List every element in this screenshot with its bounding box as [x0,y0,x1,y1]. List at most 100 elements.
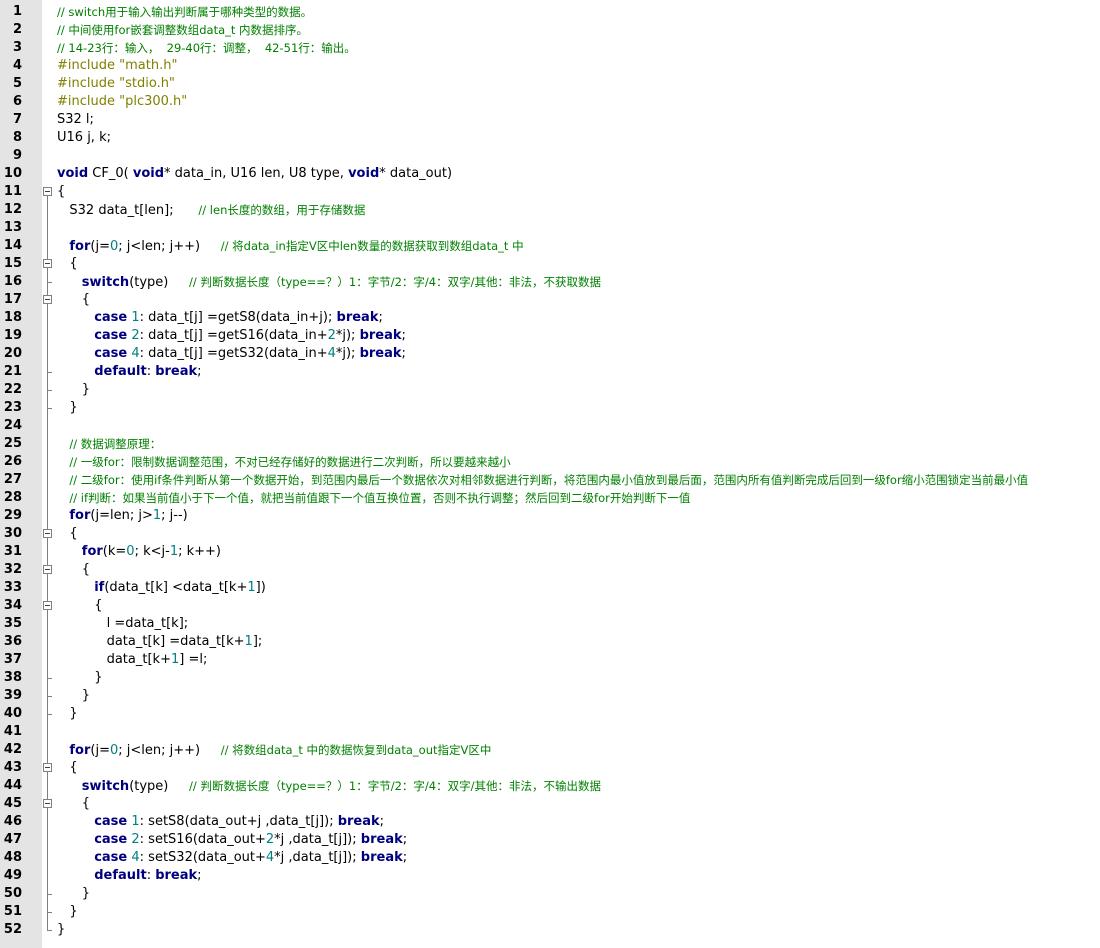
code-text[interactable]: } [57,669,102,687]
code-line[interactable]: 15 { [0,255,1100,273]
code-line[interactable]: 39 } [0,687,1100,705]
code-line[interactable]: 28 // if判断：如果当前值小于下一个值，就把当前值跟下一个值互换位置，否则… [0,489,1100,507]
code-line[interactable]: 36 data_t[k] =data_t[k+1]; [0,633,1100,651]
code-text[interactable]: } [57,381,90,399]
code-text[interactable]: { [57,183,65,201]
code-line[interactable]: 19 case 2: data_t[j] =getS16(data_in+2*j… [0,327,1100,345]
code-line[interactable]: 22 } [0,381,1100,399]
code-text[interactable]: // 中间使用for嵌套调整数组data_t 内数据排序。 [57,21,308,40]
code-line[interactable]: 2 // 中间使用for嵌套调整数组data_t 内数据排序。 [0,21,1100,39]
code-line[interactable]: 31 for(k=0; k<j-1; k++) [0,543,1100,561]
code-line[interactable]: 37 data_t[k+1] =l; [0,651,1100,669]
code-line[interactable]: 41 [0,723,1100,741]
code-text[interactable]: case 4: data_t[j] =getS32(data_in+4*j); … [57,345,406,363]
code-line[interactable]: 46 case 1: setS8(data_out+j ,data_t[j]);… [0,813,1100,831]
code-text[interactable]: data_t[k+1] =l; [57,651,208,669]
code-line[interactable]: 45 { [0,795,1100,813]
fold-toggle-icon[interactable] [43,259,52,268]
code-text[interactable]: // if判断：如果当前值小于下一个值，就把当前值跟下一个值互换位置，否则不执行… [57,489,690,508]
code-text[interactable]: case 2: setS16(data_out+2*j ,data_t[j]);… [57,831,407,849]
code-line[interactable]: 49 default: break; [0,867,1100,885]
code-line[interactable]: 20 case 4: data_t[j] =getS32(data_in+4*j… [0,345,1100,363]
fold-toggle-icon[interactable] [43,529,52,538]
code-line[interactable]: 7 S32 l; [0,111,1100,129]
code-line[interactable]: 33 if(data_t[k] <data_t[k+1]) [0,579,1100,597]
code-text[interactable]: data_t[k] =data_t[k+1]; [57,633,263,651]
code-editor[interactable]: 1 // switch用于输入输出判断属于哪种类型的数据。 2 // 中间使用for嵌… [0,0,1100,948]
code-line[interactable]: 12 S32 data_t[len]; // len长度的数组，用于存储数据 [0,201,1100,219]
code-line[interactable]: 14 for(j=0; j<len; j++) // 将data_in指定V区中… [0,237,1100,255]
code-text[interactable]: } [57,705,77,723]
code-line[interactable]: 10 void CF_0( void* data_in, U16 len, U8 … [0,165,1100,183]
code-line[interactable]: 29 for(j=len; j>1; j--) [0,507,1100,525]
code-text[interactable]: // 一级for：限制数据调整范围，不对已经存储好的数据进行二次判断，所以要越来… [57,453,510,472]
code-line[interactable]: 26 // 一级for：限制数据调整范围，不对已经存储好的数据进行二次判断，所以… [0,453,1100,471]
code-line[interactable]: 1 // switch用于输入输出判断属于哪种类型的数据。 [0,3,1100,21]
code-line[interactable]: 5 #include "stdio.h" [0,75,1100,93]
code-text[interactable]: #include "math.h" [57,57,177,75]
fold-toggle-icon[interactable] [43,799,52,808]
code-line[interactable]: 51 } [0,903,1100,921]
code-text[interactable]: for(j=0; j<len; j++) // 将data_in指定V区中len… [57,237,523,256]
code-text[interactable]: // 二级for：使用if条件判断从第一个数据开始，到范围内最后一个数据依次对相… [57,471,1028,490]
code-line[interactable]: 25 // 数据调整原理： [0,435,1100,453]
code-line[interactable]: 8 U16 j, k; [0,129,1100,147]
code-text[interactable]: } [57,921,65,939]
code-line[interactable]: 11 { [0,183,1100,201]
code-line[interactable]: 47 case 2: setS16(data_out+2*j ,data_t[j… [0,831,1100,849]
code-line[interactable]: 50 } [0,885,1100,903]
code-line[interactable]: 35 l =data_t[k]; [0,615,1100,633]
code-text[interactable]: case 1: setS8(data_out+j ,data_t[j]); br… [57,813,384,831]
fold-toggle-icon[interactable] [43,187,52,196]
code-line[interactable]: 30 { [0,525,1100,543]
code-line[interactable]: 38 } [0,669,1100,687]
code-text[interactable]: U16 j, k; [57,129,111,147]
code-line[interactable]: 42 for(j=0; j<len; j++) // 将数组data_t 中的数… [0,741,1100,759]
code-text[interactable]: } [57,885,90,903]
fold-toggle-icon[interactable] [43,763,52,772]
code-text[interactable]: { [57,525,77,543]
code-line[interactable]: 4 #include "math.h" [0,57,1100,75]
code-line[interactable]: 44 switch(type) // 判断数据长度（type==？）1：字节/2… [0,777,1100,795]
code-line[interactable]: 52} [0,921,1100,939]
code-text[interactable]: { [57,759,77,777]
code-text[interactable]: { [57,597,102,615]
code-text[interactable]: for(k=0; k<j-1; k++) [57,543,221,561]
code-line[interactable]: 24 [0,417,1100,435]
code-text[interactable]: { [57,795,90,813]
code-line[interactable]: 32 { [0,561,1100,579]
code-text[interactable]: case 2: data_t[j] =getS16(data_in+2*j); … [57,327,406,345]
code-text[interactable]: S32 data_t[len]; // len长度的数组，用于存储数据 [57,201,365,220]
code-line[interactable]: 40 } [0,705,1100,723]
code-text[interactable]: switch(type) // 判断数据长度（type==？）1：字节/2：字/… [57,273,601,292]
code-text[interactable]: #include "plc300.h" [57,93,187,111]
code-line[interactable]: 43 { [0,759,1100,777]
code-text[interactable]: case 1: data_t[j] =getS8(data_in+j); bre… [57,309,383,327]
code-text[interactable]: for(j=0; j<len; j++) // 将数组data_t 中的数据恢复… [57,741,491,760]
code-line[interactable]: 3 // 14-23行：输入， 29-40行：调整， 42-51行：输出。 [0,39,1100,57]
code-text[interactable]: } [57,687,90,705]
code-line[interactable]: 18 case 1: data_t[j] =getS8(data_in+j); … [0,309,1100,327]
fold-toggle-icon[interactable] [43,295,52,304]
code-text[interactable]: // switch用于输入输出判断属于哪种类型的数据。 [57,3,312,22]
fold-toggle-icon[interactable] [43,601,52,610]
code-line[interactable]: 17 { [0,291,1100,309]
code-line[interactable]: 9 [0,147,1100,165]
code-text[interactable]: if(data_t[k] <data_t[k+1]) [57,579,266,597]
code-text[interactable]: // 数据调整原理： [57,435,161,454]
code-text[interactable]: case 4: setS32(data_out+4*j ,data_t[j]);… [57,849,407,867]
code-line[interactable]: 21 default: break; [0,363,1100,381]
code-text[interactable]: { [57,255,77,273]
code-text[interactable]: // 14-23行：输入， 29-40行：调整， 42-51行：输出。 [57,39,356,58]
code-text[interactable]: l =data_t[k]; [57,615,189,633]
code-text[interactable]: } [57,903,77,921]
code-text[interactable]: { [57,561,90,579]
code-line[interactable]: 6 #include "plc300.h" [0,93,1100,111]
code-line[interactable]: 23 } [0,399,1100,417]
code-text[interactable]: switch(type) // 判断数据长度（type==？）1：字节/2：字/… [57,777,601,796]
code-text[interactable]: for(j=len; j>1; j--) [57,507,187,525]
code-text[interactable]: { [57,291,90,309]
code-text[interactable]: void CF_0( void* data_in, U16 len, U8 ty… [57,165,452,183]
code-text[interactable]: } [57,399,77,417]
code-text[interactable]: default: break; [57,867,201,885]
